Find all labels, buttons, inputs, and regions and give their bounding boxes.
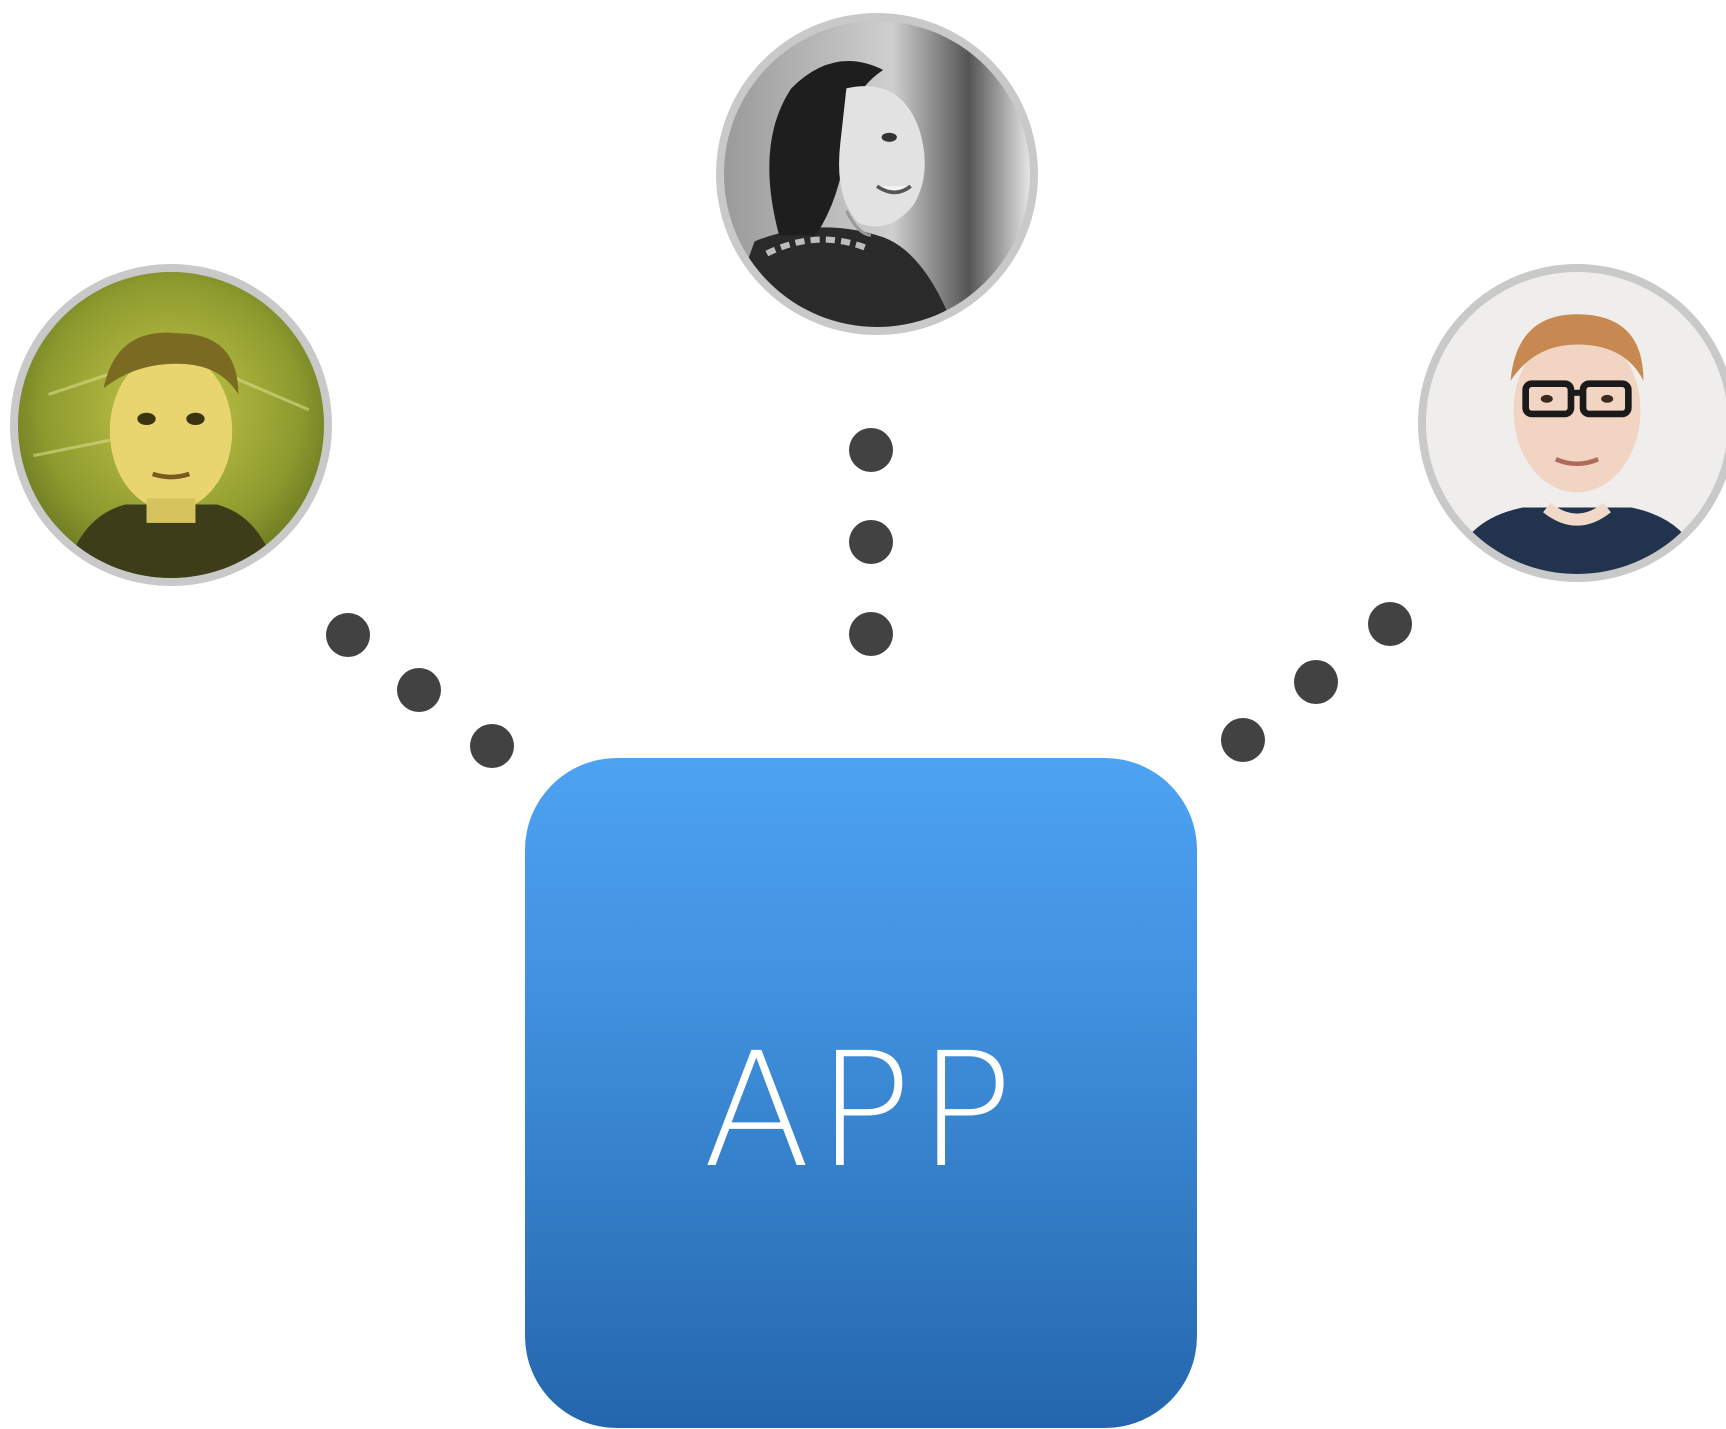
user-avatar-right — [1418, 264, 1726, 582]
user-portrait-right-icon — [1426, 272, 1726, 574]
user-portrait-left-icon — [18, 272, 324, 578]
connector-dot-left-3 — [470, 724, 514, 768]
connector-dot-left-2 — [397, 668, 441, 712]
user-avatar-left — [10, 264, 332, 586]
app-label: APP — [702, 1019, 1020, 1203]
connector-dot-right-1 — [1368, 602, 1412, 646]
connector-dot-center-1 — [849, 428, 893, 472]
connector-dot-right-3 — [1221, 718, 1265, 762]
user-portrait-center-icon — [724, 21, 1030, 327]
connector-dot-right-2 — [1294, 660, 1338, 704]
connector-dot-left-1 — [326, 613, 370, 657]
connector-dot-center-2 — [849, 520, 893, 564]
connector-dot-center-3 — [849, 612, 893, 656]
user-avatar-center — [716, 13, 1038, 335]
app-users-diagram: APP — [0, 0, 1726, 1429]
app-tile: APP — [525, 758, 1197, 1428]
